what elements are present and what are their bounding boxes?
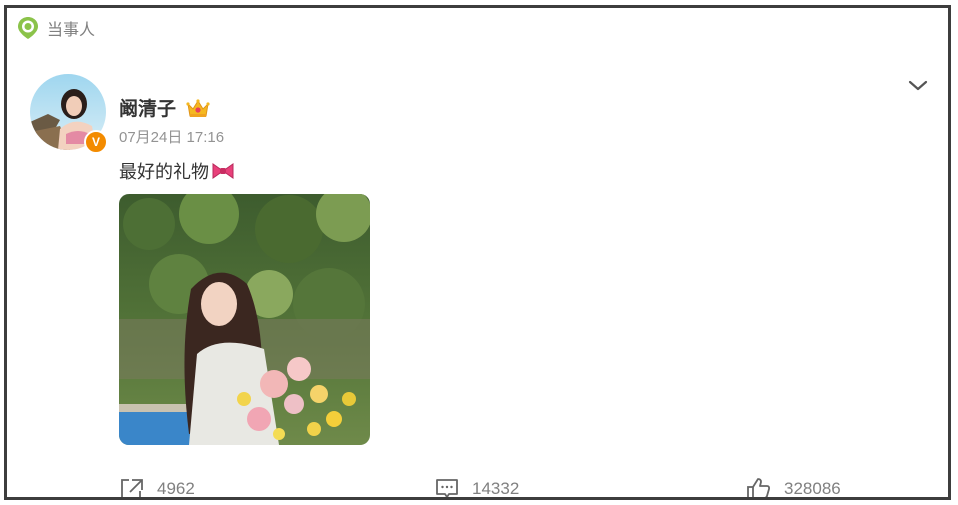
crown-icon [186,98,210,117]
like-button[interactable]: 328086 [746,477,841,498]
post-content: 最好的礼物 [119,158,235,184]
source-tag-label: 当事人 [47,22,96,39]
author-avatar[interactable]: V [30,74,108,154]
like-count: 328086 [784,479,841,498]
repost-button[interactable]: 4962 [119,477,195,498]
weibo-post-card: 当事人 V 阚清子 07月24日 17:16 最好的礼物 4962 14332 … [4,5,951,500]
comment-icon [436,479,458,497]
post-source-tag[interactable]: 当事人 [17,16,95,40]
post-text: 最好的礼物 [119,162,209,182]
thumbs-up-icon [747,478,770,497]
ribbon-bow-icon [212,163,234,179]
comment-button[interactable]: 14332 [434,477,520,498]
post-timestamp[interactable]: 07月24日 17:16 [119,126,224,147]
post-photo[interactable] [119,194,370,445]
verified-badge: V [84,130,108,154]
share-icon [121,479,143,497]
comment-count: 14332 [472,479,520,498]
post-photo-image [119,194,370,445]
chevron-down-icon[interactable] [906,74,930,98]
action-bar: 4962 14332 328086 [7,475,948,498]
location-pin-icon [18,17,38,39]
author-name[interactable]: 阚清子 [119,94,176,121]
repost-count: 4962 [157,479,195,498]
